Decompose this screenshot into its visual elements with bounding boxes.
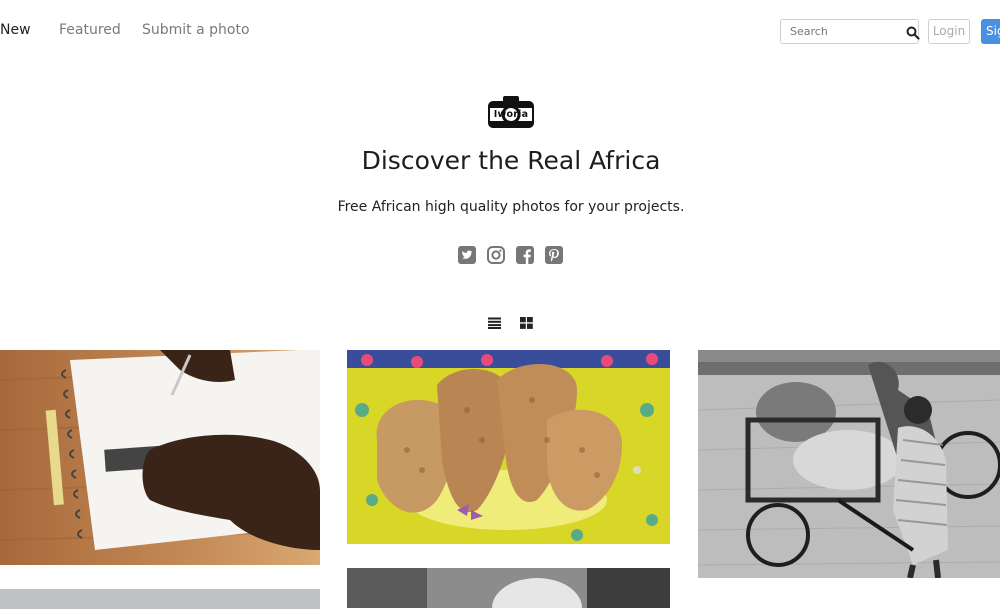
grid-view-icon[interactable] <box>520 317 533 329</box>
search-input[interactable] <box>781 20 906 43</box>
search-icon[interactable] <box>906 26 920 40</box>
site-logo[interactable]: Iworia <box>487 95 535 129</box>
search-box <box>780 19 920 44</box>
list-view-icon[interactable] <box>488 317 501 329</box>
nav-submit-photo[interactable]: Submit a photo <box>142 22 250 38</box>
photo-peanut-bags[interactable] <box>347 350 670 544</box>
photo-row2-left[interactable] <box>0 589 320 609</box>
pinterest-icon[interactable] <box>545 246 563 264</box>
twitter-icon[interactable] <box>458 246 476 264</box>
photo-image <box>698 350 1000 578</box>
photo-image <box>0 350 320 565</box>
photo-boy-with-cart[interactable] <box>698 350 1000 578</box>
nav-featured[interactable]: Featured <box>59 22 121 38</box>
signup-button[interactable]: Sign up <box>981 19 1000 44</box>
facebook-icon[interactable] <box>516 246 534 264</box>
nav-new[interactable]: New <box>0 22 31 38</box>
photo-notebook-writing[interactable] <box>0 350 320 565</box>
login-button[interactable]: Login <box>928 19 970 44</box>
photo-image <box>347 568 670 608</box>
instagram-icon[interactable] <box>487 246 505 264</box>
logo-text: Iworia <box>493 109 529 120</box>
page-title: Discover the Real Africa <box>361 146 661 175</box>
photo-image <box>347 350 670 544</box>
photo-row2-middle[interactable] <box>347 568 670 608</box>
page-subtitle: Free African high quality photos for you… <box>337 199 685 215</box>
